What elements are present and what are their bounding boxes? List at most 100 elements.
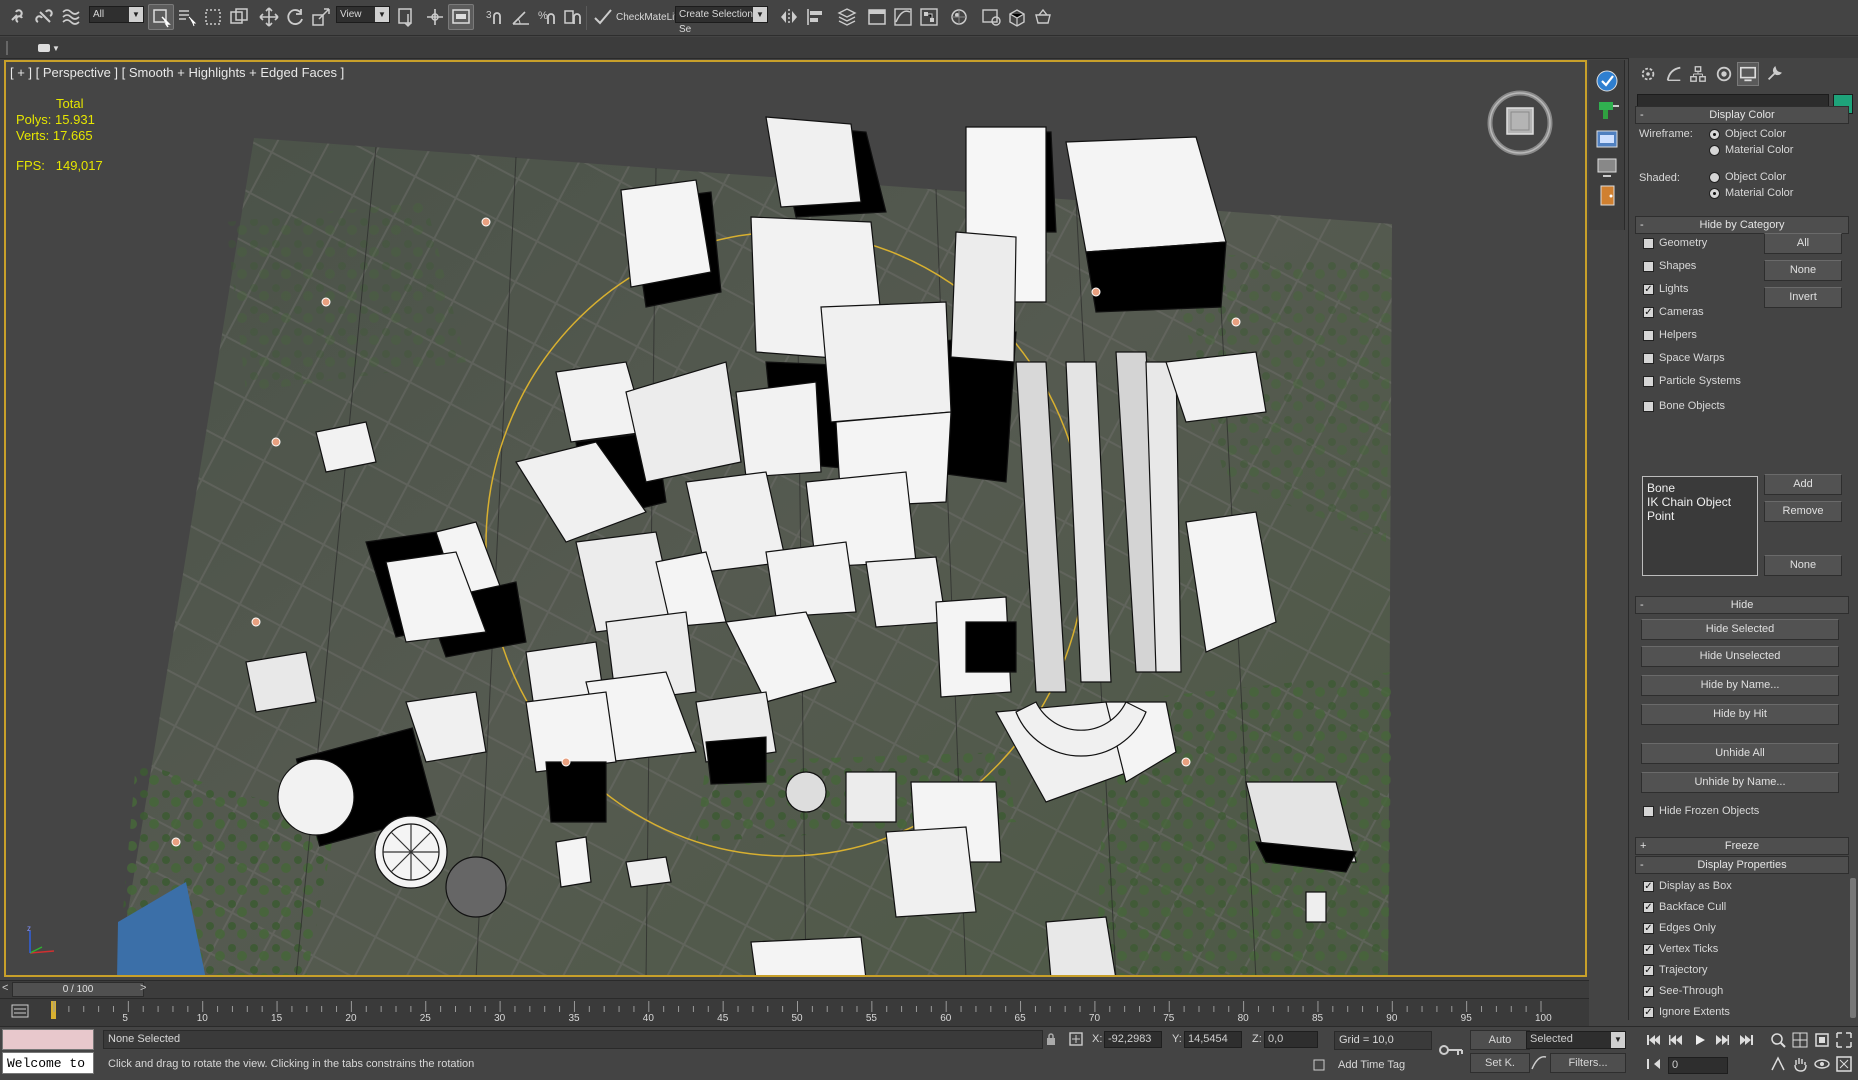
auto-key-button[interactable]: Auto [1470, 1030, 1530, 1050]
play-icon[interactable] [1690, 1031, 1710, 1049]
select-object-icon[interactable] [148, 4, 174, 30]
category-all-button[interactable]: All [1764, 233, 1842, 254]
key-filter-dropdown[interactable]: Selected ▼ [1526, 1031, 1626, 1049]
create-tab-icon[interactable] [1637, 62, 1659, 86]
snaps-toggle-icon[interactable]: 3 [482, 4, 508, 30]
list-item[interactable]: IK Chain Object [1647, 495, 1753, 509]
render-setup-icon[interactable] [978, 4, 1004, 30]
layer-explorer-icon[interactable] [834, 4, 860, 30]
key-mode-icon[interactable] [1644, 1055, 1664, 1073]
category-checkbox-geometry[interactable] [1643, 238, 1654, 249]
move-icon[interactable] [256, 4, 282, 30]
hide-by-name-button[interactable]: Hide by Name... [1641, 675, 1839, 696]
keyboard-shortcut-override-icon[interactable] [448, 4, 474, 30]
set-key-mode-icon[interactable] [1438, 1041, 1464, 1059]
hide-unselected-button[interactable]: Hide Unselected [1641, 646, 1839, 667]
track-bar[interactable]: 5 10 15 20 25 30 35 40 45 50 55 60 65 70 75 80 85 90 95 100 [0, 998, 1589, 1026]
category-none-button[interactable]: None [1764, 260, 1842, 281]
category-checkbox-cameras[interactable]: ✓ [1643, 307, 1654, 318]
slider-next-icon[interactable]: > [140, 982, 146, 994]
angle-snap-icon[interactable] [508, 4, 534, 30]
zoom-all-icon[interactable] [1790, 1031, 1810, 1049]
category-list-none-button[interactable]: None [1764, 555, 1842, 576]
key-mode-toggle-icon[interactable] [1530, 1055, 1548, 1071]
go-to-start-icon[interactable] [1644, 1031, 1664, 1049]
display-tab-icon[interactable] [1737, 62, 1759, 86]
category-checkbox-bone-objects[interactable] [1643, 401, 1654, 412]
unhide-by-name-button[interactable]: Unhide by Name... [1641, 772, 1839, 793]
field-of-view-icon[interactable] [1768, 1055, 1788, 1073]
see-through-checkbox[interactable]: ✓ [1643, 986, 1654, 997]
zoom-extents-all-icon[interactable] [1834, 1031, 1854, 1049]
edges-only-checkbox[interactable]: ✓ [1643, 923, 1654, 934]
rectangular-selection-icon[interactable] [200, 4, 226, 30]
lock-selection-icon[interactable] [1044, 1032, 1058, 1046]
unhide-all-button[interactable]: Unhide All [1641, 743, 1839, 764]
list-item[interactable]: Point [1647, 509, 1753, 523]
select-manipulate-icon[interactable] [422, 4, 448, 30]
unlink-selection-icon[interactable] [32, 4, 58, 30]
rollout-display-color[interactable]: - Display Color [1635, 106, 1849, 124]
display-as-box-checkbox[interactable]: ✓ [1643, 881, 1654, 892]
curve-editor-icon[interactable] [890, 4, 916, 30]
category-add-button[interactable]: Add [1764, 474, 1842, 495]
list-item[interactable]: Bone [1647, 481, 1753, 495]
maxscript-listener-output[interactable]: Welcome to [2, 1052, 94, 1074]
toggle-ribbon-icon[interactable] [864, 4, 890, 30]
rollout-hide[interactable]: - Hide [1635, 596, 1849, 614]
scale-icon[interactable] [308, 4, 334, 30]
maximize-viewport-icon[interactable] [1834, 1055, 1854, 1073]
viewport-label-menu[interactable]: [ + ] [ Perspective ] [ Smooth + Highlig… [10, 65, 344, 80]
backface-cull-checkbox[interactable]: ✓ [1643, 902, 1654, 913]
select-by-name-icon[interactable] [174, 4, 200, 30]
set-key-button[interactable]: Set K. [1470, 1053, 1530, 1073]
spinner-snap-icon[interactable] [560, 4, 586, 30]
maxscript-listener-input[interactable] [2, 1029, 94, 1050]
hide-by-hit-button[interactable]: Hide by Hit [1641, 704, 1839, 725]
render-production-icon[interactable] [1030, 4, 1056, 30]
hierarchy-tab-icon[interactable] [1687, 62, 1709, 86]
wireframe-object-color-radio[interactable] [1709, 129, 1720, 140]
drill-tool-icon[interactable] [1593, 96, 1621, 122]
category-remove-button[interactable]: Remove [1764, 501, 1842, 522]
selection-filter-dropdown[interactable]: All ▼ [89, 6, 144, 23]
shaded-material-color-radio[interactable] [1709, 188, 1720, 199]
align-icon[interactable] [802, 4, 828, 30]
category-checkbox-space-warps[interactable] [1643, 353, 1654, 364]
z-coordinate-field[interactable]: 0,0 [1264, 1031, 1318, 1048]
zoom-icon[interactable] [1768, 1031, 1788, 1049]
key-filters-button[interactable]: Filters... [1550, 1053, 1626, 1073]
shaded-object-color-radio[interactable] [1709, 172, 1720, 183]
door-tool-icon[interactable] [1593, 182, 1621, 208]
schematic-view-icon[interactable] [916, 4, 942, 30]
hide-frozen-checkbox[interactable] [1643, 806, 1654, 817]
motion-tab-icon[interactable] [1713, 62, 1735, 86]
category-checkbox-shapes[interactable] [1643, 261, 1654, 272]
add-time-tag[interactable]: Add Time Tag [1338, 1059, 1405, 1071]
render-window-tool-icon[interactable] [1593, 126, 1621, 152]
orbit-icon[interactable] [1812, 1055, 1832, 1073]
mirror-icon[interactable] [776, 4, 802, 30]
absolute-mode-icon[interactable] [1068, 1031, 1084, 1047]
custom-category-list[interactable]: Bone IK Chain Object Point [1642, 476, 1758, 576]
zoom-extents-icon[interactable] [1812, 1031, 1832, 1049]
rollout-display-properties[interactable]: - Display Properties [1635, 856, 1849, 874]
rollout-freeze[interactable]: + Freeze [1635, 837, 1849, 855]
bind-space-warp-icon[interactable] [58, 4, 84, 30]
rollout-hide-by-category[interactable]: - Hide by Category [1635, 216, 1849, 234]
perspective-viewport[interactable]: [ + ] [ Perspective ] [ Smooth + Highlig… [4, 60, 1587, 977]
x-coordinate-field[interactable]: -92,2983 [1104, 1031, 1162, 1048]
reference-coordinate-dropdown[interactable]: View ▼ [336, 6, 390, 23]
pivot-center-icon[interactable] [394, 4, 420, 30]
select-and-link-icon[interactable] [6, 4, 32, 30]
current-frame-field[interactable]: 0 [1668, 1057, 1728, 1074]
viewport-layout-tabs-button[interactable]: ▼ [38, 41, 66, 55]
wireframe-material-color-radio[interactable] [1709, 145, 1720, 156]
viewcube-icon[interactable] [1487, 90, 1553, 156]
trajectory-checkbox[interactable]: ✓ [1643, 965, 1654, 976]
percent-snap-icon[interactable]: % [534, 4, 560, 30]
time-tag-icon[interactable] [1312, 1058, 1326, 1072]
command-panel-scrollbar[interactable] [1850, 878, 1856, 1018]
category-checkbox-particle-systems[interactable] [1643, 376, 1654, 387]
pan-hand-icon[interactable] [1790, 1055, 1810, 1073]
